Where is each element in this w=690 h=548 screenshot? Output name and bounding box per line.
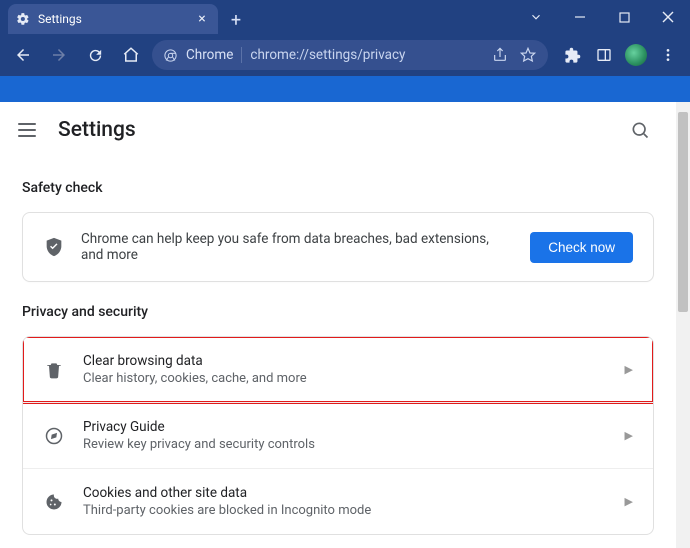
- shield-check-icon: [43, 236, 65, 258]
- compass-icon: [43, 425, 65, 447]
- window-titlebar: Settings × +: [0, 0, 690, 34]
- clear-browsing-data-row[interactable]: Clear browsing data Clear history, cooki…: [23, 337, 653, 402]
- row-title: Privacy Guide: [83, 419, 607, 435]
- chevron-right-icon: ▶: [625, 495, 633, 508]
- address-bar[interactable]: Chrome chrome://settings/privacy: [152, 40, 548, 70]
- reload-button[interactable]: [80, 40, 110, 70]
- browser-toolbar: Chrome chrome://settings/privacy: [0, 34, 690, 76]
- close-tab-button[interactable]: ×: [194, 11, 210, 27]
- window-dropdown-icon[interactable]: [514, 0, 558, 34]
- tab-title: Settings: [38, 12, 186, 26]
- share-icon[interactable]: [490, 45, 510, 65]
- profile-avatar[interactable]: [622, 41, 650, 69]
- toolbar-actions: [554, 41, 682, 69]
- side-panel-icon[interactable]: [590, 41, 618, 69]
- row-title: Clear browsing data: [83, 353, 607, 369]
- safety-text: Chrome can help keep you safe from data …: [81, 231, 514, 263]
- url-text[interactable]: chrome://settings/privacy: [250, 47, 482, 63]
- back-button[interactable]: [8, 40, 38, 70]
- check-now-button[interactable]: Check now: [530, 232, 633, 263]
- new-tab-button[interactable]: +: [222, 6, 250, 34]
- tab-strip: Settings × +: [0, 0, 250, 34]
- forward-button[interactable]: [44, 40, 74, 70]
- content-area: Settings Safety check Chrome can help ke…: [0, 102, 690, 548]
- bookmark-star-icon[interactable]: [518, 45, 538, 65]
- window-controls: [514, 0, 690, 34]
- vertical-scrollbar[interactable]: [676, 102, 690, 548]
- extensions-icon[interactable]: [558, 41, 586, 69]
- safety-check-card: Chrome can help keep you safe from data …: [22, 212, 654, 282]
- browser-tab-settings[interactable]: Settings ×: [8, 4, 218, 34]
- row-subtitle: Clear history, cookies, cache, and more: [83, 371, 607, 386]
- maximize-button[interactable]: [602, 0, 646, 34]
- cookie-icon: [43, 491, 65, 513]
- minimize-button[interactable]: [558, 0, 602, 34]
- privacy-section-label: Privacy and security: [22, 304, 654, 320]
- page-title: Settings: [58, 118, 136, 142]
- privacy-guide-row[interactable]: Privacy Guide Review key privacy and sec…: [23, 402, 653, 468]
- settings-header: Settings: [0, 102, 676, 158]
- avatar-icon: [625, 44, 647, 66]
- close-window-button[interactable]: [646, 0, 690, 34]
- chrome-icon: [162, 47, 178, 63]
- home-button[interactable]: [116, 40, 146, 70]
- chevron-right-icon: ▶: [625, 363, 633, 376]
- gear-icon: [16, 12, 30, 26]
- menu-button[interactable]: [654, 41, 682, 69]
- privacy-list: Clear browsing data Clear history, cooki…: [22, 336, 654, 535]
- address-chip: Chrome: [186, 47, 242, 63]
- trash-icon: [43, 359, 65, 381]
- blue-banner: [0, 76, 690, 102]
- search-button[interactable]: [622, 112, 658, 148]
- safety-section-label: Safety check: [22, 180, 654, 196]
- cookies-row[interactable]: Cookies and other site data Third-party …: [23, 468, 653, 534]
- menu-icon[interactable]: [18, 119, 40, 141]
- chevron-right-icon: ▶: [625, 429, 633, 442]
- row-subtitle: Third-party cookies are blocked in Incog…: [83, 503, 607, 518]
- scrollbar-thumb[interactable]: [678, 112, 688, 312]
- row-subtitle: Review key privacy and security controls: [83, 437, 607, 452]
- row-title: Cookies and other site data: [83, 485, 607, 501]
